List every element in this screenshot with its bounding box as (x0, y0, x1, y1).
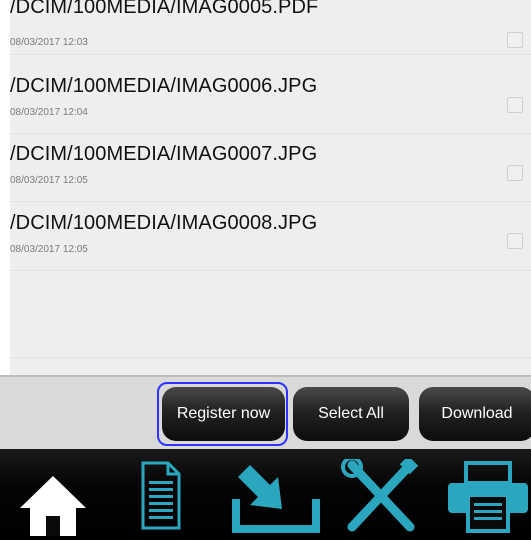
left-margin (0, 0, 10, 375)
bottom-nav-bar (0, 449, 531, 540)
file-row[interactable]: /DCIM/100MEDIA/IMAG0008.JPG 08/03/2017 1… (10, 212, 531, 271)
action-bar: Register now Select All Download (0, 375, 531, 449)
file-checkbox[interactable] (507, 32, 523, 48)
file-date: 08/03/2017 12:05 (10, 175, 88, 186)
file-name: /DCIM/100MEDIA/IMAG0007.JPG (10, 143, 318, 165)
file-checkbox[interactable] (507, 97, 523, 113)
file-name: /DCIM/100MEDIA/IMAG0006.JPG (10, 75, 318, 97)
file-name: /DCIM/100MEDIA/IMAG0005.PDF (10, 0, 319, 18)
file-checkbox[interactable] (507, 165, 523, 181)
file-row[interactable]: /DCIM/100MEDIA/IMAG0007.JPG 08/03/2017 1… (10, 143, 531, 202)
download-button[interactable]: Download (419, 387, 531, 441)
register-now-button[interactable]: Register now (162, 387, 285, 441)
file-checkbox[interactable] (507, 233, 523, 249)
document-icon[interactable] (140, 461, 182, 531)
list-divider (10, 357, 531, 358)
download-tray-icon[interactable] (232, 459, 320, 533)
file-date: 08/03/2017 12:05 (10, 244, 88, 255)
file-list[interactable]: /DCIM/100MEDIA/IMAG0005.PDF 08/03/2017 1… (10, 0, 531, 375)
tools-icon[interactable] (340, 459, 420, 533)
file-row[interactable]: /DCIM/100MEDIA/IMAG0006.JPG 08/03/2017 1… (10, 75, 531, 134)
scanner-icon[interactable] (446, 461, 530, 533)
home-icon[interactable] (18, 474, 88, 536)
file-row[interactable]: /DCIM/100MEDIA/IMAG0005.PDF 08/03/2017 1… (10, 0, 531, 55)
file-name: /DCIM/100MEDIA/IMAG0008.JPG (10, 212, 318, 234)
file-date: 08/03/2017 12:04 (10, 107, 88, 118)
select-all-button[interactable]: Select All (293, 387, 409, 441)
file-date: 08/03/2017 12:03 (10, 37, 88, 48)
